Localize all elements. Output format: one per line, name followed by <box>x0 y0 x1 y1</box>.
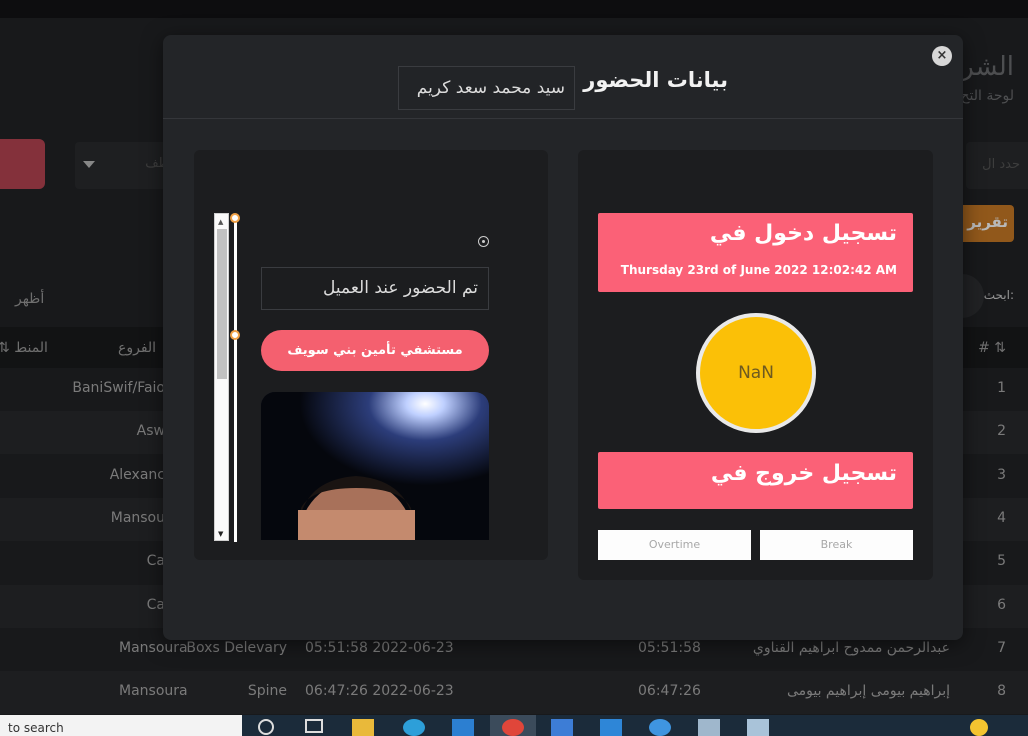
search-icon[interactable] <box>258 719 274 735</box>
ie-icon[interactable] <box>649 719 671 736</box>
scroll-down-icon[interactable]: ▼ <box>218 530 223 538</box>
chrome-icon[interactable] <box>502 719 524 736</box>
overtime-button[interactable]: Overtime <box>598 530 751 560</box>
weather-icon <box>970 719 988 736</box>
close-icon[interactable]: × <box>932 46 952 66</box>
task-view-icon[interactable] <box>305 719 323 733</box>
employee-name-field: سيد محمد سعد كريم <box>398 66 575 110</box>
branch-button[interactable]: مستشفي تأمين بني سويف <box>261 330 489 371</box>
timeline-dot <box>230 213 240 223</box>
employee-photo <box>261 392 489 540</box>
checkin-card: تسجيل دخول في Thursday 23rd of June 2022… <box>578 150 933 580</box>
check-out-box: تسجيل خروج في <box>598 452 913 509</box>
taskbar: to search <box>0 715 1028 736</box>
attendance-modal: بيانات الحضور سيد محمد سعد كريم × ▲ ▼ تم… <box>163 35 963 640</box>
scrollbar-thumb[interactable] <box>217 229 227 379</box>
check-in-box: تسجيل دخول في Thursday 23rd of June 2022… <box>598 213 913 292</box>
scrollbar[interactable]: ▲ ▼ <box>214 213 229 541</box>
attendance-note: تم الحضور عند العميل <box>261 267 489 310</box>
store-icon[interactable] <box>452 719 474 736</box>
attendance-detail-card: ▲ ▼ تم الحضور عند العميل مستشفي تأمين بن… <box>194 150 548 560</box>
check-in-title: تسجيل دخول في <box>709 221 897 246</box>
clock-icon <box>478 236 489 247</box>
scroll-up-icon[interactable]: ▲ <box>218 218 223 226</box>
timeline-line <box>234 217 237 542</box>
check-out-title: تسجيل خروج في <box>710 461 897 486</box>
vscode-icon[interactable] <box>600 719 622 736</box>
app-icon[interactable] <box>698 719 720 736</box>
taskbar-search-input[interactable]: to search <box>0 715 242 736</box>
modal-header: بيانات الحضور سيد محمد سعد كريم × <box>163 35 963 119</box>
mail-icon[interactable] <box>551 719 573 736</box>
break-button[interactable]: Break <box>760 530 913 560</box>
timeline-dot <box>230 330 240 340</box>
duration-circle: NaN <box>696 313 816 433</box>
modal-title: بيانات الحضور <box>583 68 728 92</box>
check-in-time: Thursday 23rd of June 2022 12:02:42 AM <box>620 263 897 277</box>
app-icon[interactable] <box>747 719 769 736</box>
edge-icon[interactable] <box>403 719 425 736</box>
file-explorer-icon[interactable] <box>352 719 374 736</box>
